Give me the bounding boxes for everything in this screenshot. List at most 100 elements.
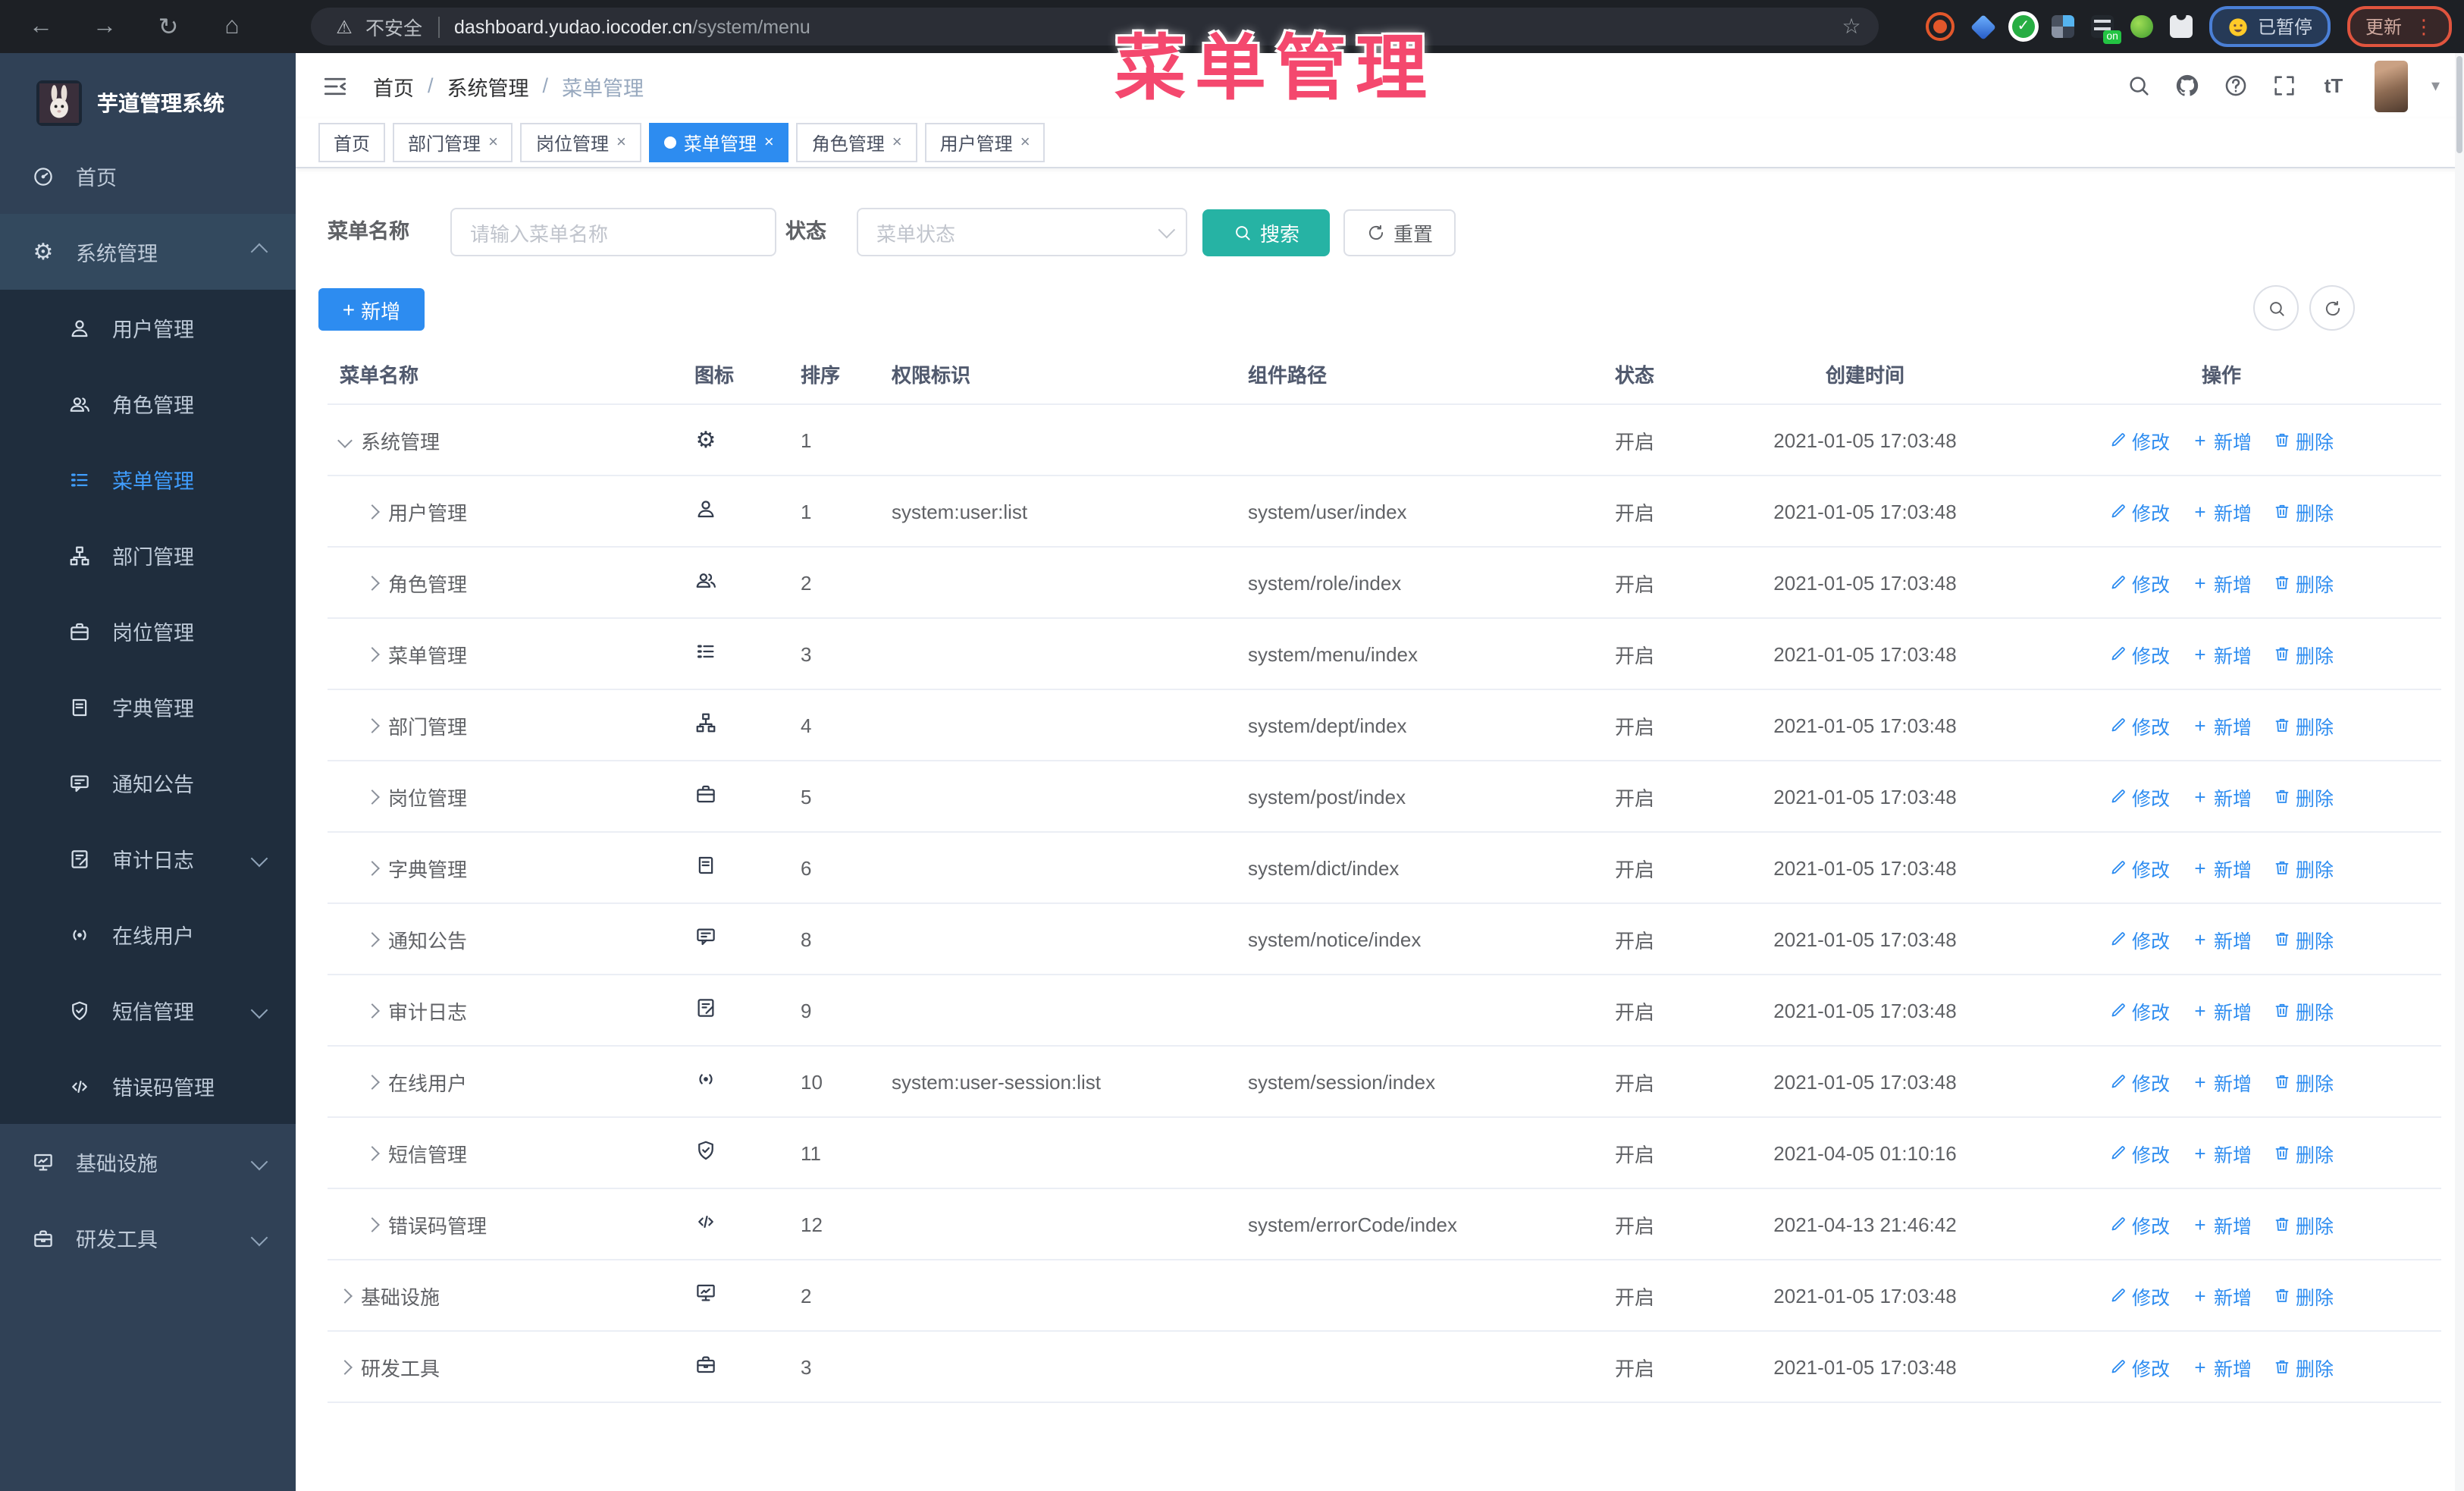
row-expand-icon[interactable] <box>365 1216 380 1232</box>
row-action-delete[interactable]: 删除 <box>2273 1352 2334 1381</box>
row-action-add[interactable]: + 新增 <box>2191 1067 2252 1096</box>
sidebar-item-菜单管理[interactable]: 菜单管理 <box>0 441 296 517</box>
row-action-edit[interactable]: 修改 <box>2109 497 2170 526</box>
row-expand-icon[interactable] <box>365 931 380 946</box>
fontsize-icon[interactable]: tT <box>2321 73 2346 99</box>
row-action-edit[interactable]: 修改 <box>2109 1138 2170 1167</box>
row-action-edit[interactable]: 修改 <box>2109 1067 2170 1096</box>
status-select[interactable]: 菜单状态 <box>857 208 1187 256</box>
app-logo[interactable]: 芋道管理系统 <box>0 53 296 138</box>
breadcrumb-item-首页[interactable]: 首页 <box>373 71 414 101</box>
row-action-edit[interactable]: 修改 <box>2109 639 2170 668</box>
row-action-delete[interactable]: 删除 <box>2273 996 2334 1025</box>
tab-close-icon[interactable]: × <box>488 133 498 152</box>
tab-岗位管理[interactable]: 岗位管理 × <box>520 123 641 162</box>
row-action-add[interactable]: + 新增 <box>2191 1352 2252 1381</box>
avatar-caret-down-icon[interactable]: ▾ <box>2431 76 2440 96</box>
tab-close-icon[interactable]: × <box>892 133 902 152</box>
row-expand-icon[interactable] <box>365 504 380 519</box>
row-action-add[interactable]: + 新增 <box>2191 853 2252 882</box>
sidebar-item-系统管理[interactable]: ⚙ 系统管理 <box>0 214 296 290</box>
row-action-delete[interactable]: 删除 <box>2273 1067 2334 1096</box>
row-action-edit[interactable]: 修改 <box>2109 1281 2170 1310</box>
sidebar-item-短信管理[interactable]: 短信管理 <box>0 972 296 1048</box>
puzzle-extension-icon[interactable] <box>2169 15 2193 38</box>
row-expand-icon[interactable] <box>365 1145 380 1160</box>
row-action-add[interactable]: + 新增 <box>2191 996 2252 1025</box>
row-action-add[interactable]: + 新增 <box>2191 924 2252 953</box>
sidebar-item-部门管理[interactable]: 部门管理 <box>0 517 296 593</box>
row-action-delete[interactable]: 删除 <box>2273 1281 2334 1310</box>
sidebar-item-研发工具[interactable]: 研发工具 <box>0 1200 296 1276</box>
tab-部门管理[interactable]: 部门管理 × <box>393 123 513 162</box>
fullscreen-icon[interactable] <box>2272 73 2298 99</box>
target-extension-icon[interactable] <box>1925 12 1955 41</box>
row-action-add[interactable]: + 新增 <box>2191 639 2252 668</box>
sidebar-item-首页[interactable]: 首页 <box>0 138 296 214</box>
row-collapse-icon[interactable] <box>337 432 353 447</box>
sidebar-item-字典管理[interactable]: 字典管理 <box>0 669 296 745</box>
row-action-add[interactable]: + 新增 <box>2191 1210 2252 1238</box>
browser-menu-dots-icon[interactable]: ⋮ <box>2414 14 2434 39</box>
row-expand-icon[interactable] <box>365 575 380 590</box>
row-action-edit[interactable]: 修改 <box>2109 853 2170 882</box>
row-action-edit[interactable]: 修改 <box>2109 782 2170 811</box>
row-expand-icon[interactable] <box>365 1003 380 1018</box>
bars-extension-icon[interactable] <box>2090 15 2121 44</box>
row-expand-icon[interactable] <box>365 789 380 804</box>
menu-name-input[interactable]: 请输入菜单名称 <box>450 208 776 256</box>
home-icon[interactable]: ⌂ <box>218 13 246 40</box>
row-action-add[interactable]: + 新增 <box>2191 711 2252 739</box>
row-expand-icon[interactable] <box>365 860 380 875</box>
search-button[interactable]: 搜索 <box>1202 209 1330 256</box>
row-action-edit[interactable]: 修改 <box>2109 568 2170 597</box>
row-action-add[interactable]: + 新增 <box>2191 497 2252 526</box>
refresh-table-button[interactable] <box>2309 285 2355 331</box>
tab-close-icon[interactable]: × <box>764 133 774 152</box>
row-action-add[interactable]: + 新增 <box>2191 425 2252 454</box>
breadcrumb-item-系统管理[interactable]: 系统管理 <box>447 71 529 101</box>
row-action-delete[interactable]: 删除 <box>2273 782 2334 811</box>
row-action-edit[interactable]: 修改 <box>2109 711 2170 739</box>
sidebar-item-审计日志[interactable]: 审计日志 <box>0 821 296 896</box>
row-expand-icon[interactable] <box>337 1359 353 1374</box>
sidebar-item-角色管理[interactable]: 角色管理 <box>0 366 296 441</box>
leaf-extension-icon[interactable] <box>2130 15 2153 38</box>
user-avatar[interactable] <box>2375 60 2409 111</box>
row-action-edit[interactable]: 修改 <box>2109 996 2170 1025</box>
scrollbar-thumb[interactable] <box>2456 56 2462 153</box>
tab-角色管理[interactable]: 角色管理 × <box>796 123 917 162</box>
row-action-delete[interactable]: 删除 <box>2273 924 2334 953</box>
tab-close-icon[interactable]: × <box>1020 133 1030 152</box>
row-action-add[interactable]: + 新增 <box>2191 1281 2252 1310</box>
row-action-delete[interactable]: 删除 <box>2273 639 2334 668</box>
row-action-delete[interactable]: 删除 <box>2273 711 2334 739</box>
row-expand-icon[interactable] <box>365 1074 380 1089</box>
gem-extension-icon[interactable] <box>1970 14 1996 39</box>
row-action-edit[interactable]: 修改 <box>2109 924 2170 953</box>
bookmark-star-icon[interactable]: ☆ <box>1839 14 1864 39</box>
row-action-delete[interactable]: 删除 <box>2273 568 2334 597</box>
sidebar-item-岗位管理[interactable]: 岗位管理 <box>0 593 296 669</box>
question-icon[interactable] <box>2224 73 2249 99</box>
row-expand-icon[interactable] <box>365 717 380 733</box>
row-action-add[interactable]: + 新增 <box>2191 782 2252 811</box>
sidebar-item-在线用户[interactable]: 在线用户 <box>0 896 296 972</box>
row-action-edit[interactable]: 修改 <box>2109 1210 2170 1238</box>
browser-update-button[interactable]: 更新 ⋮ <box>2346 6 2452 47</box>
sidebar-collapse-icon[interactable] <box>321 72 349 99</box>
address-bar[interactable]: ⚠ 不安全 dashboard.yudao.iocoder.cn/system/… <box>311 8 1879 46</box>
row-action-delete[interactable]: 删除 <box>2273 853 2334 882</box>
toggle-search-button[interactable] <box>2253 285 2299 331</box>
row-action-add[interactable]: + 新增 <box>2191 1138 2252 1167</box>
reset-button[interactable]: 重置 <box>1343 209 1456 256</box>
profile-paused-chip[interactable]: 已暂停 <box>2209 6 2331 47</box>
row-action-delete[interactable]: 删除 <box>2273 425 2334 454</box>
tab-用户管理[interactable]: 用户管理 × <box>924 123 1045 162</box>
forward-icon[interactable]: → <box>91 13 118 40</box>
sidebar-item-通知公告[interactable]: 通知公告 <box>0 745 296 821</box>
sidebar-item-用户管理[interactable]: 用户管理 <box>0 290 296 366</box>
add-button[interactable]: + 新增 <box>318 288 425 331</box>
row-action-edit[interactable]: 修改 <box>2109 425 2170 454</box>
grid-extension-icon[interactable] <box>2051 15 2074 38</box>
